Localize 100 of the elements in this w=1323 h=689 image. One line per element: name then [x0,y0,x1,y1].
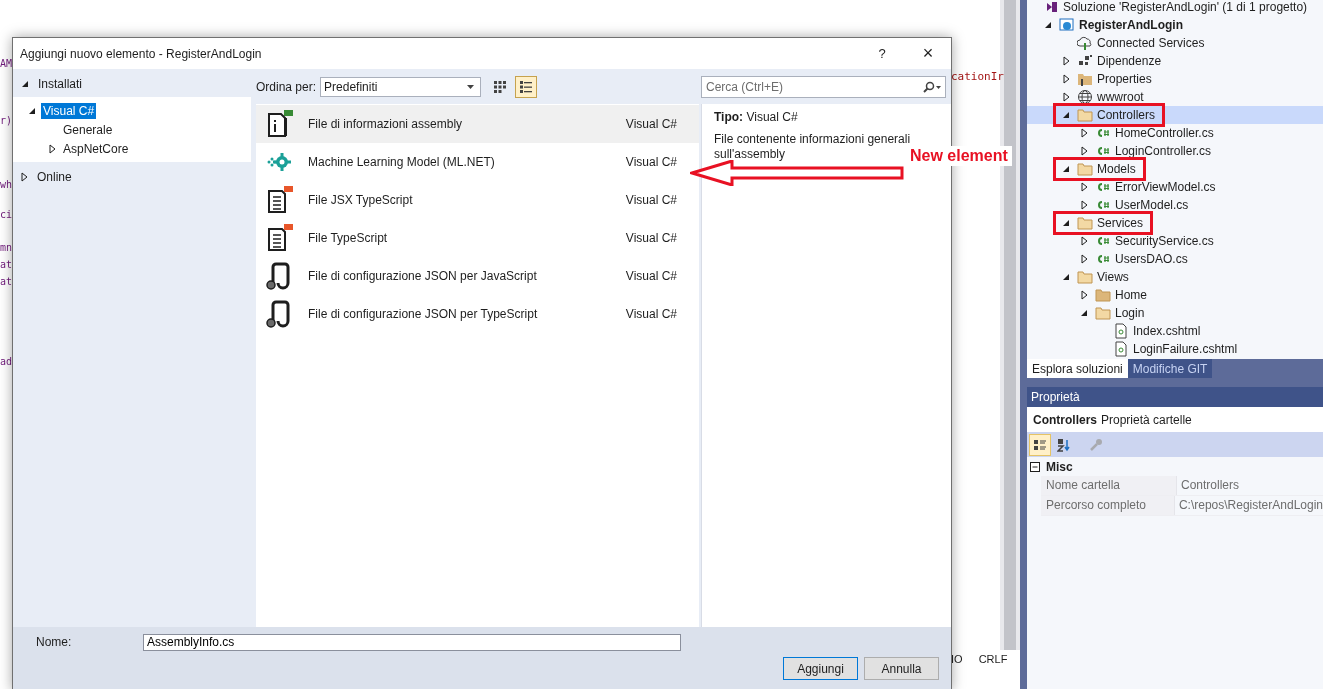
collapsed-arrow-icon[interactable] [1062,92,1070,102]
wrench-icon [1089,437,1103,452]
sort-az-icon [1057,437,1071,452]
template-language: Visual C# [625,231,677,245]
folder-icon [1077,161,1093,177]
tree-item[interactable]: LoginFailure.cshtml [1027,340,1323,358]
category-item[interactable]: Installati [13,75,251,93]
collapsed-arrow-icon[interactable] [1062,56,1070,66]
template-language: Visual C# [625,269,677,283]
tree-item[interactable]: Models [1027,160,1323,178]
sort-label: Ordina per: [256,79,317,94]
expanded-arrow-icon[interactable] [21,80,29,88]
collapsed-arrow-icon[interactable] [1080,254,1088,264]
category-label: Misc [1046,459,1073,474]
cancel-button[interactable]: Annulla [864,657,939,680]
property-value[interactable]: C:\repos\RegisterAndLogin [1174,496,1323,515]
collapsed-arrow-icon[interactable] [1080,182,1088,192]
sort-dropdown[interactable]: Predefiniti [320,76,482,97]
tree-item[interactable]: Properties [1027,70,1323,88]
add-button[interactable]: Aggiungi [783,657,858,680]
panel-tab[interactable]: Esplora soluzioni [1027,359,1128,378]
tree-item[interactable]: Controllers [1027,106,1323,124]
tree-item[interactable]: UserModel.cs [1027,196,1323,214]
property-name: Nome cartella [1041,476,1177,495]
cloud-plug-icon [1077,35,1093,51]
dropdown-caret-icon [467,84,475,89]
code-fragment: cationIr [951,70,1004,83]
folder-icon [1095,305,1111,321]
expanded-arrow-icon[interactable] [1062,111,1070,119]
name-field[interactable]: AssemblyInfo.cs [143,633,681,651]
highlight-frame: Controllers [1057,107,1162,123]
dialog-title: Aggiungi nuovo elemento - RegisterAndLogin [20,46,263,61]
template-language: Visual C# [625,307,677,321]
property-value[interactable]: Controllers [1177,476,1240,495]
template-item[interactable]: File di configurazione JSON per TypeScript Visual C# [256,295,699,333]
category-item[interactable]: Online [13,168,251,186]
tree-item[interactable]: Views [1027,268,1323,286]
expanded-arrow-icon[interactable] [1062,273,1070,281]
categorized-list-icon [1033,437,1047,452]
list-view-button[interactable] [515,75,538,98]
template-language: Visual C# [625,117,677,131]
collapsed-arrow-icon[interactable] [21,172,28,182]
grid-icon [493,79,508,94]
template-item[interactable]: File JSX TypeScript Visual C# [256,181,699,219]
status-item: CRLF [978,653,1008,665]
type-label: Tipo: [714,110,744,124]
solution-icon [1045,0,1059,14]
code-fragment: ad [0,356,13,367]
code-fragment: at [0,259,13,270]
template-item[interactable]: Machine Learning Model (ML.NET) Visual C# [256,143,699,181]
tree-item[interactable]: Login [1027,304,1323,322]
solution-label[interactable]: Soluzione 'RegisterAndLogin' (1 di 1 progetto) [1063,0,1308,14]
tree-item[interactable]: Dipendenze [1027,52,1323,70]
template-name: File di configurazione JSON per JavaScript [308,269,538,283]
tree-item[interactable]: Services [1027,214,1323,232]
expanded-arrow-icon[interactable] [1044,21,1052,29]
web-project-icon [1059,17,1075,33]
code-fragment: ci [0,209,13,220]
tree-item[interactable]: Visual C# [41,102,97,119]
template-name: File di informazioni assembly [308,117,464,131]
tree-item[interactable]: HomeController.cs [1027,124,1323,142]
collapsed-arrow-icon[interactable] [1080,128,1088,138]
collapse-icon[interactable] [1030,461,1040,472]
tree-item[interactable]: wwwroot [1027,88,1323,106]
expanded-arrow-icon[interactable] [1062,219,1070,227]
expanded-arrow-icon[interactable] [28,106,36,115]
collapsed-arrow-icon[interactable] [1080,146,1088,156]
expanded-arrow-icon[interactable] [1080,309,1088,317]
tree-item[interactable]: UsersDAO.cs [1027,250,1323,268]
tree-item[interactable]: Home [1027,286,1323,304]
collapsed-arrow-icon[interactable] [1080,200,1088,210]
property-name: Percorso completo [1041,496,1175,515]
expanded-arrow-icon[interactable] [1062,165,1070,173]
tree-item[interactable]: Connected Services [1027,34,1323,52]
tree-item[interactable]: Generale [61,121,115,138]
categorized-button[interactable] [1029,433,1051,456]
tree-item[interactable]: LoginController.cs [1027,142,1323,160]
panel-title: Proprietà [1027,387,1323,407]
tree-item[interactable]: Index.cshtml [1027,322,1323,340]
object-type: Proprietà cartelle [1101,412,1192,427]
template-name: File JSX TypeScript [308,193,414,207]
tree-item[interactable]: AspNetCore [61,140,131,157]
search-field[interactable]: Cerca (Ctrl+E) [701,75,946,98]
tree-item[interactable]: RegisterAndLogin [1027,16,1323,34]
template-item[interactable]: File di informazioni assembly Visual C# [256,105,699,143]
tree-item[interactable]: ErrorViewModel.cs [1027,178,1323,196]
close-button[interactable]: × [905,38,951,69]
collapsed-arrow-icon[interactable] [1080,290,1088,300]
template-item[interactable]: File TypeScript Visual C# [256,219,699,257]
collapsed-arrow-icon[interactable] [1080,236,1088,246]
collapsed-arrow-icon[interactable] [1062,74,1070,84]
code-fragment: mn [0,242,13,253]
name-label: Nome: [36,635,73,649]
help-button[interactable]: ? [859,38,905,69]
panel-tab[interactable]: Modifiche GIT [1127,359,1213,378]
template-language: Visual C# [625,155,677,169]
template-item[interactable]: File di configurazione JSON per JavaScript Visual C# [256,257,699,295]
tree-item[interactable]: SecurityService.cs [1027,232,1323,250]
collapsed-arrow-icon[interactable] [48,143,56,154]
code-fragment: r) [0,115,13,126]
